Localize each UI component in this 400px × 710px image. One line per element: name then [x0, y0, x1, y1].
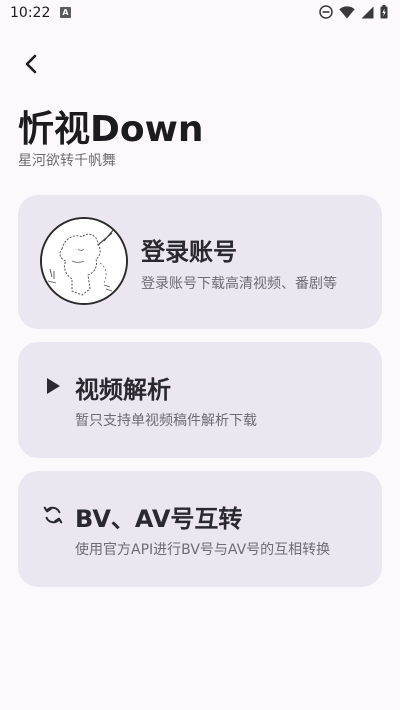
- play-icon: [42, 375, 64, 397]
- cellular-signal-icon: [361, 6, 374, 19]
- battery-charging-icon: [380, 5, 388, 19]
- login-description: 登录账号下载高清视频、番剧等: [141, 276, 337, 292]
- video-parse-card[interactable]: 视频解析 暂只支持单视频稿件解析下载: [18, 342, 382, 458]
- bv-av-convert-card[interactable]: BV、AV号互转 使用官方API进行BV号与AV号的互相转换: [18, 471, 382, 587]
- wifi-icon: [339, 5, 355, 19]
- video-parse-title: 视频解析: [75, 376, 171, 404]
- bv-av-convert-title: BV、AV号互转: [75, 505, 243, 533]
- status-time: 10:22: [10, 5, 51, 21]
- avatar: [40, 217, 128, 305]
- back-button[interactable]: [18, 52, 46, 80]
- page-subtitle: 星河欲转千帆舞: [18, 153, 116, 169]
- do-not-disturb-icon: [319, 5, 333, 19]
- refresh-icon: [42, 504, 64, 526]
- status-bar: 10:22 A: [0, 0, 400, 28]
- back-arrow-icon: [24, 54, 40, 78]
- status-icons: [319, 5, 388, 19]
- login-card[interactable]: 登录账号 登录账号下载高清视频、番剧等: [18, 195, 382, 329]
- video-parse-description: 暂只支持单视频稿件解析下载: [75, 413, 257, 429]
- notification-a-icon: A: [60, 7, 71, 18]
- page-title: 忻视Down: [18, 109, 204, 150]
- bv-av-convert-description: 使用官方API进行BV号与AV号的互相转换: [75, 542, 331, 558]
- login-title: 登录账号: [141, 238, 237, 266]
